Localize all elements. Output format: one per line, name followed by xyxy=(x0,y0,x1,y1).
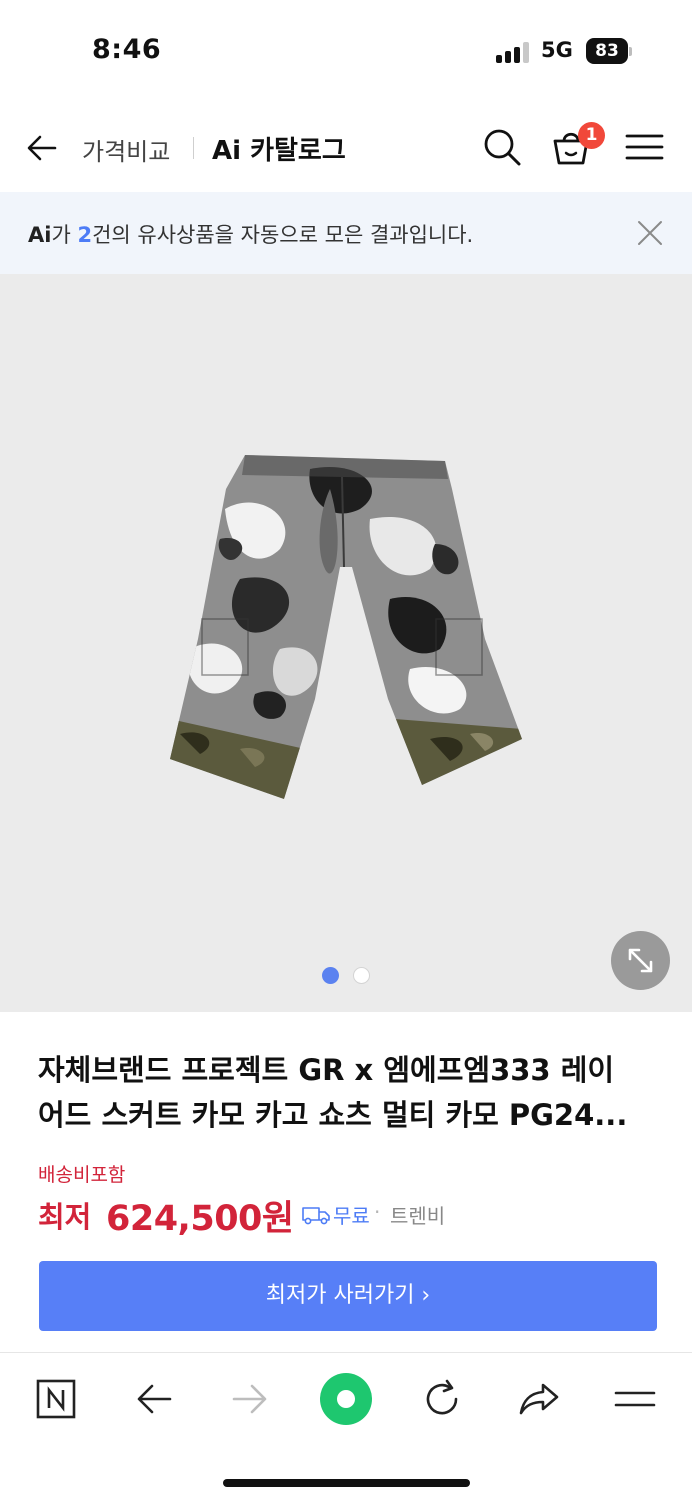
banner-text-part1: 가 xyxy=(51,223,78,247)
buy-lowest-price-button[interactable]: 최저가 사러가기 › xyxy=(39,1261,657,1331)
status-bar: 8:46 5G 83 xyxy=(0,0,692,100)
pagination-dot-active[interactable] xyxy=(322,967,339,984)
separator-dot: · xyxy=(374,1200,381,1224)
forward-arrow-icon[interactable] xyxy=(228,1377,272,1421)
signal-icon xyxy=(496,41,532,63)
naver-n-icon[interactable] xyxy=(34,1377,78,1421)
banner-text: Ai가 2건의 유사상품을 자동으로 모은 결과입니다. xyxy=(28,219,473,249)
page-title: Ai 카탈로그 xyxy=(212,136,346,166)
close-icon[interactable] xyxy=(636,219,664,247)
product-title: 자체브랜드 프로젝트 GR x 엠에프엠333 레이 어드 스커트 카모 카고 … xyxy=(38,1048,658,1138)
banner-text-part2: 건의 유사상품을 자동으로 모은 결과입니다. xyxy=(92,223,474,247)
back-arrow-icon[interactable] xyxy=(24,130,60,166)
price-prefix: 최저 xyxy=(38,1200,92,1234)
breadcrumb-divider xyxy=(193,137,194,159)
product-title-line1: 자체브랜드 프로젝트 GR x 엠에프엠333 레이 xyxy=(38,1053,615,1087)
battery-icon: 83 xyxy=(586,38,628,64)
expand-icon xyxy=(628,948,653,973)
share-icon[interactable] xyxy=(517,1377,561,1421)
breadcrumb[interactable]: 가격비교 xyxy=(82,132,170,167)
product-image-gallery[interactable] xyxy=(0,274,692,1012)
banner-count: 2 xyxy=(77,223,93,247)
menu-icon[interactable] xyxy=(613,1377,657,1421)
browser-bottom-bar xyxy=(0,1352,692,1500)
pagination-dot[interactable] xyxy=(353,967,370,984)
battery-cap xyxy=(629,47,632,56)
network-type: 5G xyxy=(541,38,573,62)
truck-icon xyxy=(302,1207,330,1225)
shipping-included-label: 배송비포함 xyxy=(38,1164,126,1186)
home-indicator xyxy=(223,1479,470,1487)
back-arrow-icon[interactable] xyxy=(132,1377,176,1421)
product-image xyxy=(170,455,522,799)
refresh-icon[interactable] xyxy=(420,1377,464,1421)
hamburger-menu-icon[interactable] xyxy=(624,126,666,168)
ai-mark: Ai xyxy=(28,223,52,247)
cart-count-badge: 1 xyxy=(578,122,605,149)
search-icon[interactable] xyxy=(481,126,523,168)
ai-info-banner: Ai가 2건의 유사상품을 자동으로 모은 결과입니다. xyxy=(0,192,692,274)
gallery-pagination xyxy=(322,967,372,987)
seller-name[interactable]: 트렌비 xyxy=(390,1200,445,1229)
green-dot-icon[interactable] xyxy=(318,1371,374,1427)
status-time: 8:46 xyxy=(92,34,162,65)
expand-button[interactable] xyxy=(611,931,670,990)
shipping-free: 무료 xyxy=(333,1204,370,1228)
product-title-line2: 어드 스커트 카모 카고 쇼츠 멀티 카모 PG24... xyxy=(38,1098,628,1132)
price-value: 624,500원 xyxy=(106,1199,294,1239)
